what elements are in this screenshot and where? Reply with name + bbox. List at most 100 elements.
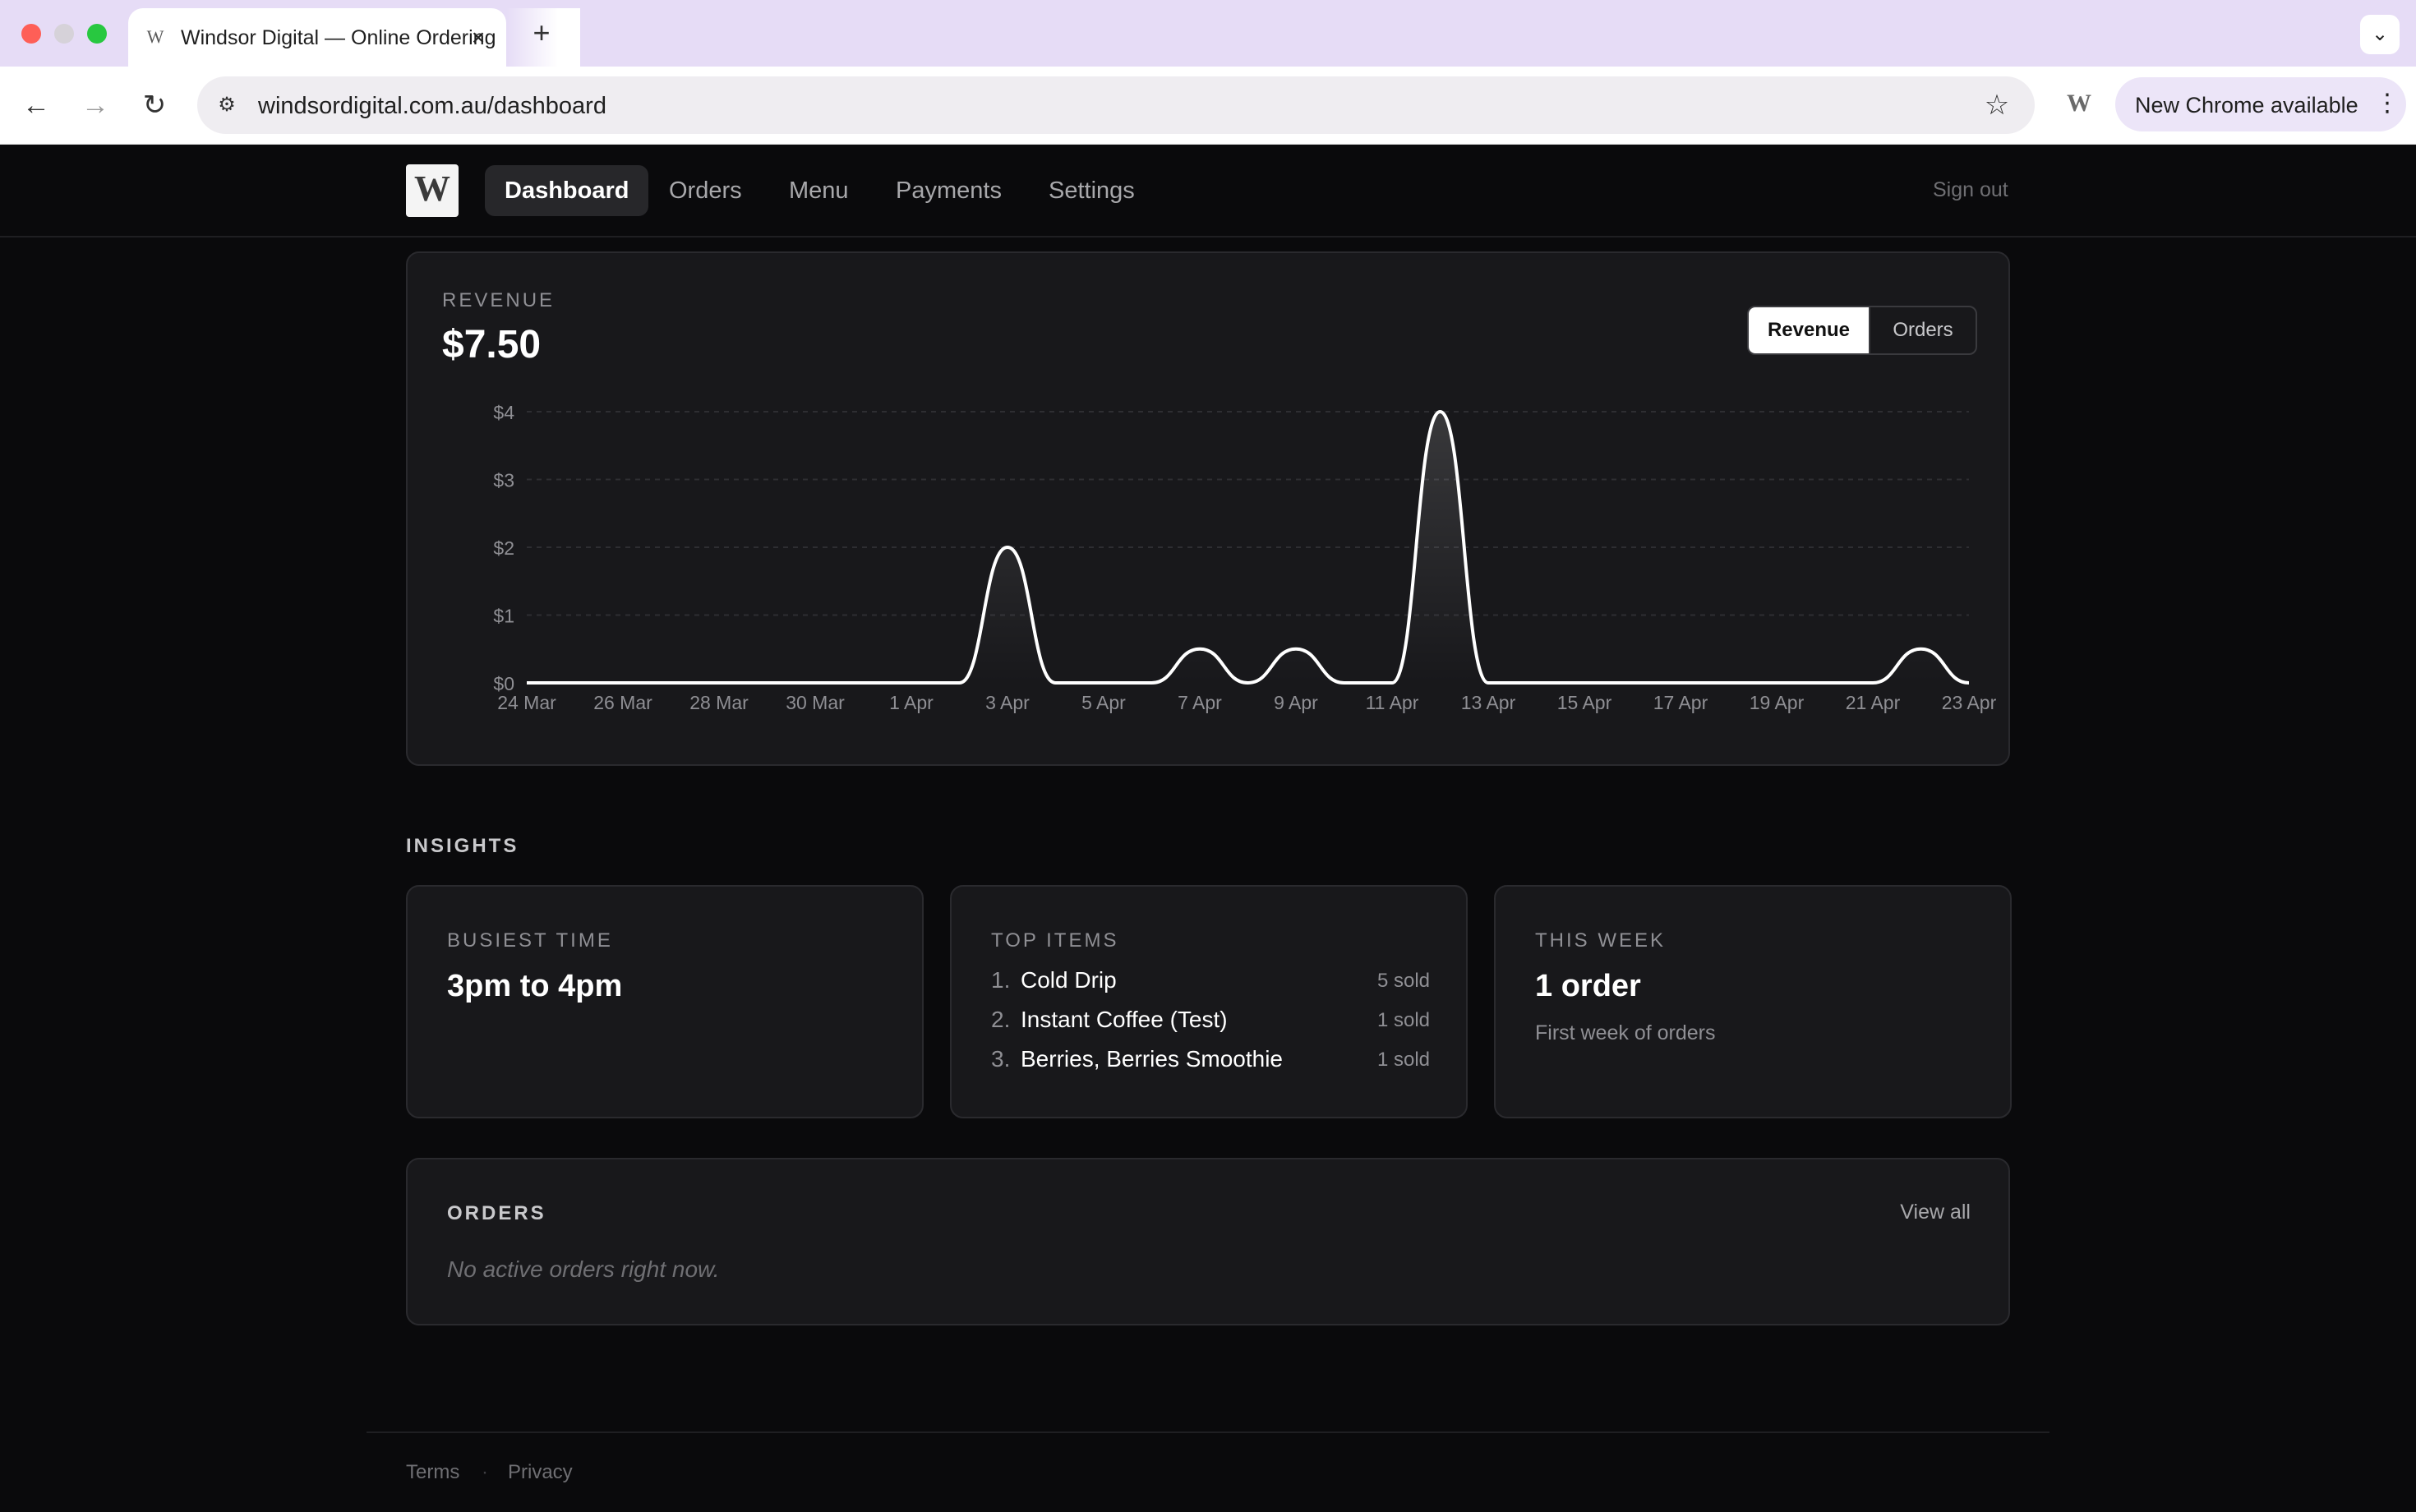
y-tick-label: $3: [493, 470, 514, 491]
orders-card: ORDERS View all No active orders right n…: [406, 1158, 2010, 1325]
y-tick-label: $4: [493, 402, 514, 423]
orders-eyebrow: ORDERS: [447, 1202, 546, 1224]
terms-link[interactable]: Terms: [406, 1461, 459, 1484]
kebab-menu-icon[interactable]: ⋮: [2375, 89, 2400, 118]
browser-tab[interactable]: W Windsor Digital — Online Ordering ×: [128, 8, 580, 67]
this-week-card: THIS WEEK 1 order First week of orders: [1494, 885, 2012, 1118]
data-point: [1966, 680, 1971, 685]
data-point: [1727, 680, 1731, 685]
view-all-link[interactable]: View all: [1900, 1201, 1971, 1224]
close-window-button[interactable]: [21, 24, 41, 44]
maximize-window-button[interactable]: [87, 24, 107, 44]
top-item-name: Instant Coffee (Test): [1021, 1007, 1228, 1032]
nav-orders[interactable]: Orders: [649, 165, 762, 216]
top-item-rank: 3.: [991, 1046, 1011, 1072]
data-point: [669, 680, 674, 685]
sign-out-link[interactable]: Sign out: [1933, 178, 2008, 202]
top-item-sold: 1 sold: [1376, 1009, 1430, 1031]
busiest-eyebrow: BUSIEST TIME: [447, 929, 613, 952]
top-item-row: 1. Cold Drip 5 sold: [991, 967, 1430, 1000]
url-text[interactable]: windsordigital.com.au/dashboard: [258, 93, 606, 120]
data-point: [1870, 680, 1875, 685]
y-tick-label: $2: [493, 537, 514, 559]
revenue-chart: $0$1$2$3$424 Mar 26 Mar 28 Mar 30 Mar 1 Apr 3…: [493, 402, 1997, 713]
data-point: [957, 680, 962, 685]
footer-separator: ·: [482, 1461, 488, 1483]
footer-divider: [367, 1431, 2049, 1433]
revenue-card: REVENUE $7.50 Revenue Orders $0 $1 $2 $3 $4 2…: [406, 251, 2010, 766]
top-item-sold: 1 sold: [1376, 1049, 1430, 1071]
brand-logo[interactable]: W: [406, 164, 459, 217]
top-item-rank: 2.: [991, 1007, 1011, 1032]
x-tick-label: 30 Mar: [786, 692, 845, 713]
minimize-window-button[interactable]: [54, 24, 74, 44]
nav-dashboard[interactable]: Dashboard: [485, 165, 649, 216]
x-tick-label: 13 Apr: [1461, 692, 1516, 713]
data-point: [765, 680, 770, 685]
chrome-update-button[interactable]: New Chrome available ⋮: [2115, 77, 2406, 131]
tab-search-icon[interactable]: ⌄: [2360, 15, 2400, 54]
data-point: [1774, 680, 1779, 685]
forward-arrow-icon[interactable]: →: [76, 86, 115, 126]
nav-payments[interactable]: Payments: [876, 165, 1021, 216]
bookmark-star-icon[interactable]: ☆: [1979, 88, 2015, 124]
data-point: [1246, 680, 1251, 685]
this-week-subtext: First week of orders: [1535, 1021, 1716, 1044]
x-tick-label: 1 Apr: [889, 692, 934, 713]
insights-heading: INSIGHTS: [406, 835, 519, 857]
x-tick-label: 15 Apr: [1557, 692, 1612, 713]
this-week-eyebrow: THIS WEEK: [1535, 929, 1667, 952]
browser-toolbar: ← → ↻ ⚙ windsordigital.com.au/dashboard …: [0, 67, 2416, 145]
data-point: [1534, 680, 1539, 685]
data-point: [1054, 680, 1058, 685]
data-point: [1150, 680, 1155, 685]
site-info-icon[interactable]: ⚙: [212, 90, 242, 120]
x-tick-label: 21 Apr: [1846, 692, 1901, 713]
data-point: [1293, 647, 1298, 652]
data-point: [1005, 545, 1010, 550]
data-point: [1390, 680, 1395, 685]
x-tick-label: 5 Apr: [1081, 692, 1126, 713]
data-point: [1630, 680, 1635, 685]
top-item-row: 2. Instant Coffee (Test) 1 sold: [991, 1007, 1430, 1040]
back-arrow-icon[interactable]: ←: [16, 86, 56, 126]
app-header: W Dashboard Orders Menu Payments Setting…: [0, 145, 2416, 237]
data-point: [573, 680, 578, 685]
y-tick-label: $1: [493, 606, 514, 627]
top-items-eyebrow: TOP ITEMS: [991, 929, 1119, 952]
data-point: [620, 680, 625, 685]
extension-icon[interactable]: W: [2061, 85, 2097, 122]
x-tick-label: 28 Mar: [689, 692, 749, 713]
data-point: [1342, 680, 1347, 685]
top-item-name: Berries, Berries Smoothie: [1021, 1046, 1284, 1072]
address-bar[interactable]: ⚙ windsordigital.com.au/dashboard ☆: [197, 76, 2035, 134]
x-tick-label: 19 Apr: [1750, 692, 1805, 713]
x-tick-label: 9 Apr: [1274, 692, 1318, 713]
busiest-time-card: BUSIEST TIME 3pm to 4pm: [406, 885, 924, 1118]
browser-tabstrip: W Windsor Digital — Online Ordering × + …: [0, 0, 2416, 67]
this-week-value: 1 order: [1535, 969, 1641, 1003]
x-tick-label: 23 Apr: [1942, 692, 1997, 713]
data-point: [1101, 680, 1106, 685]
data-point: [1486, 680, 1491, 685]
tab-title: Windsor Digital — Online Ordering: [181, 26, 496, 49]
data-point: [813, 680, 818, 685]
data-point: [1438, 409, 1443, 414]
x-tick-label: 3 Apr: [985, 692, 1030, 713]
data-point: [1582, 680, 1587, 685]
update-label: New Chrome available: [2135, 93, 2358, 118]
top-items-card: TOP ITEMS 1. Cold Drip 5 sold 2. Instant…: [950, 885, 1468, 1118]
data-point: [1823, 680, 1828, 685]
privacy-link[interactable]: Privacy: [508, 1461, 573, 1484]
data-point: [1678, 680, 1683, 685]
favicon-icon: W: [146, 26, 164, 47]
nav-settings[interactable]: Settings: [1029, 165, 1155, 216]
close-tab-icon[interactable]: ×: [463, 23, 493, 53]
reload-icon[interactable]: ↻: [135, 86, 174, 126]
x-tick-label: 11 Apr: [1366, 692, 1419, 713]
x-tick-label: 24 Mar: [497, 692, 556, 713]
data-point: [861, 680, 866, 685]
top-item-sold: 5 sold: [1376, 970, 1430, 992]
nav-menu[interactable]: Menu: [769, 165, 869, 216]
new-tab-icon[interactable]: +: [524, 16, 559, 51]
